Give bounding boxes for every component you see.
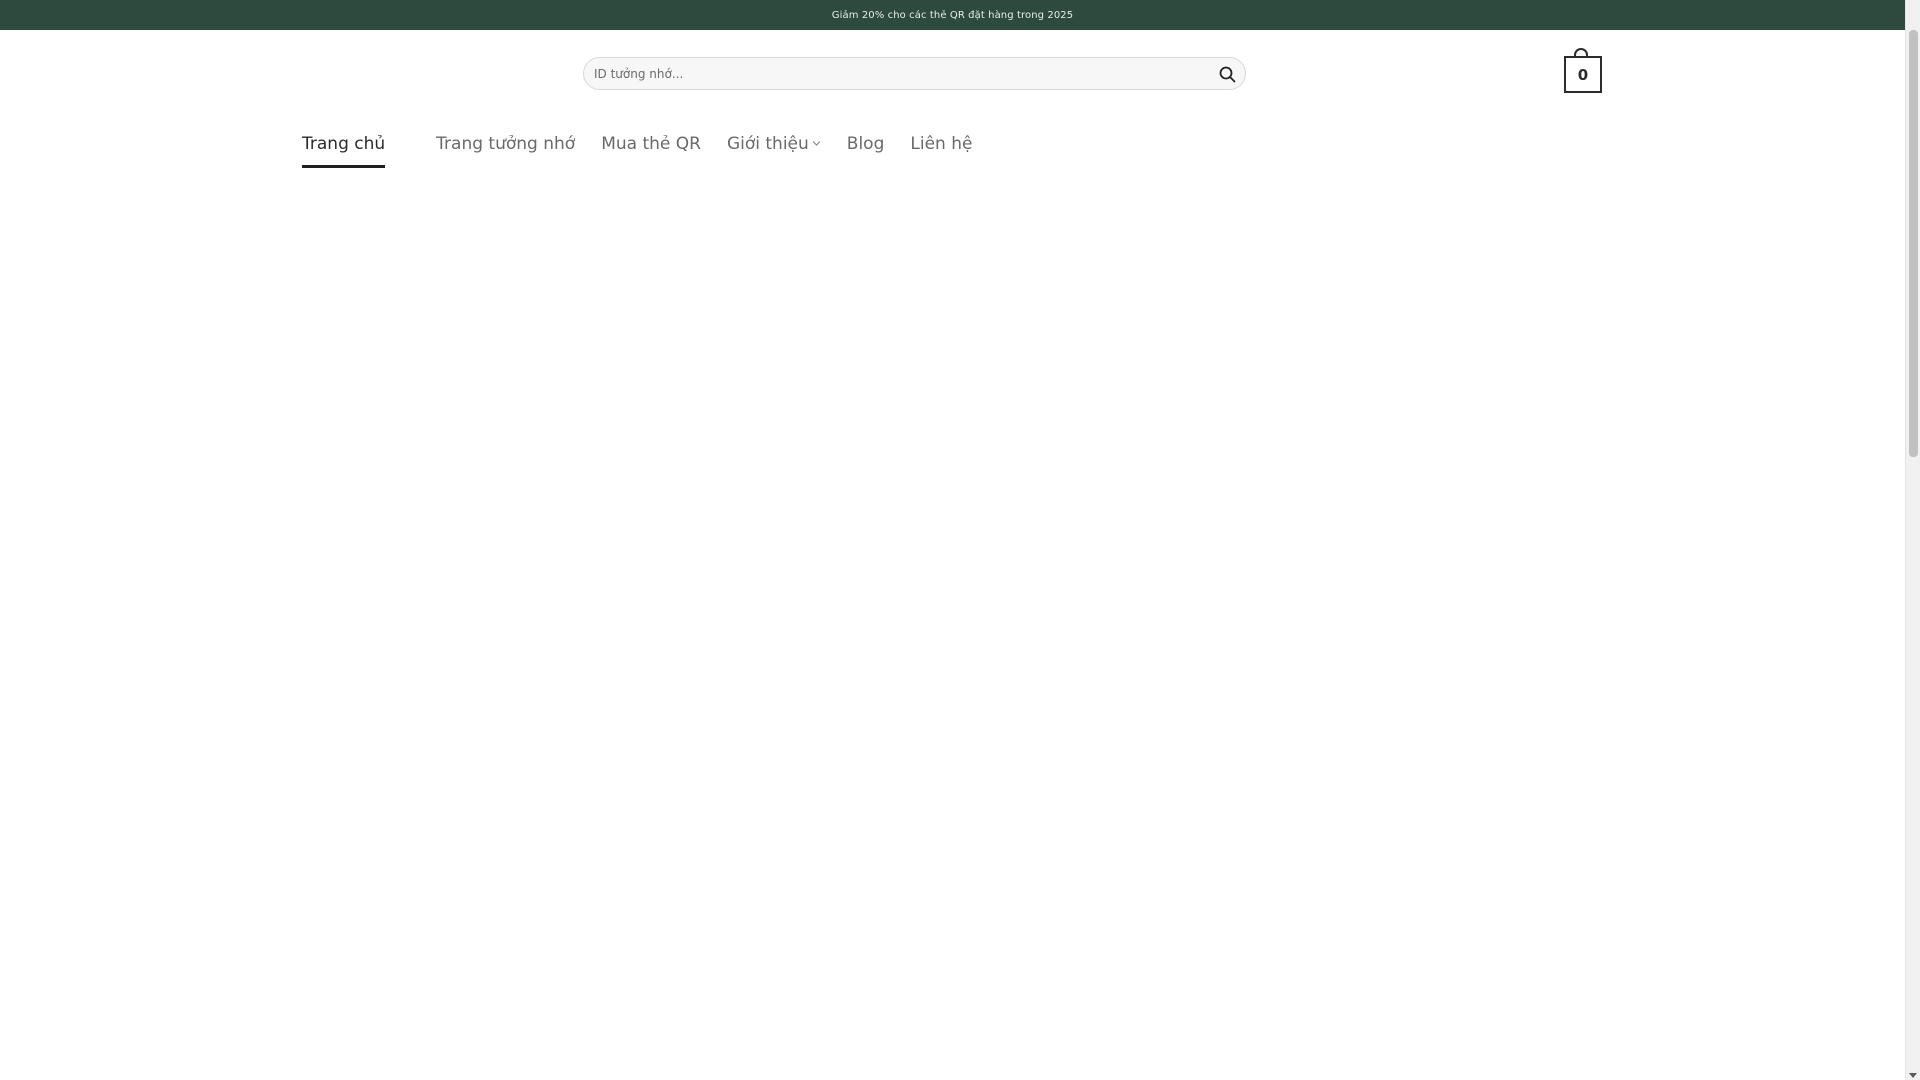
nav-item-label: Trang tưởng nhớ bbox=[436, 134, 576, 154]
nav-item-label: Liên hệ bbox=[910, 134, 973, 154]
cart-button[interactable]: 0 bbox=[1564, 48, 1602, 93]
page: Giảm 20% cho các thẻ QR đặt hàng trong 2… bbox=[0, 0, 1920, 1080]
scrollbar-thumb[interactable] bbox=[1909, 30, 1918, 457]
nav-item-blog[interactable]: Blog bbox=[847, 132, 885, 154]
main-nav: Trang chủ Trang tưởng nhớ Mua thẻ QR Giớ… bbox=[302, 132, 972, 176]
nav-item-about[interactable]: Giới thiệu bbox=[727, 132, 821, 154]
search-button[interactable] bbox=[1215, 62, 1239, 86]
nav-item-label: Blog bbox=[846, 134, 885, 154]
nav-item-home[interactable]: Trang chủ bbox=[302, 132, 386, 168]
site-header: 0 Trang chủ Trang tưởng nhớ Mua thẻ QR G… bbox=[0, 30, 1905, 180]
nav-item-contact[interactable]: Liên hệ bbox=[910, 132, 972, 154]
announcement-text: Giảm 20% cho các thẻ QR đặt hàng trong 2… bbox=[831, 9, 1074, 21]
chevron-down-icon bbox=[812, 140, 821, 146]
search-input[interactable] bbox=[594, 58, 1194, 89]
cart-box: 0 bbox=[1564, 56, 1602, 93]
nav-item-buy-qr[interactable]: Mua thẻ QR bbox=[601, 132, 701, 154]
announcement-bar: Giảm 20% cho các thẻ QR đặt hàng trong 2… bbox=[0, 0, 1905, 30]
nav-item-label: Mua thẻ QR bbox=[601, 134, 701, 154]
nav-item-label: Giới thiệu bbox=[726, 134, 809, 154]
nav-item-memorial-pages[interactable]: Trang tưởng nhớ bbox=[436, 132, 575, 154]
cart-count: 0 bbox=[1577, 65, 1589, 84]
nav-item-label: Trang chủ bbox=[302, 134, 386, 154]
search-form bbox=[583, 57, 1246, 90]
search-icon bbox=[1219, 66, 1235, 82]
page-scrollbar[interactable] bbox=[1905, 0, 1920, 1080]
scroll-down-arrow-icon[interactable] bbox=[1909, 1073, 1917, 1078]
